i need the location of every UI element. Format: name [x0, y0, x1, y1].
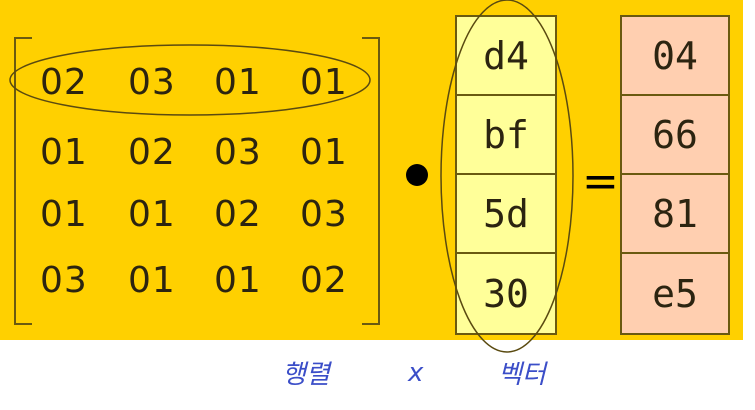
matrix-cell: 01 [128, 194, 176, 235]
result-cell: 04 [620, 15, 730, 96]
result-cell: 66 [620, 94, 730, 175]
matrix-left-bracket [14, 37, 32, 325]
matrix-right-bracket [362, 37, 380, 325]
result-cell: e5 [620, 252, 730, 335]
equals-sign: = [582, 156, 619, 207]
vector-cell: 30 [455, 252, 557, 335]
matrix-cell: 01 [40, 194, 88, 235]
vector-cell: 5d [455, 173, 557, 254]
matrix-cell: 01 [40, 132, 88, 173]
matrix-cell: 03 [300, 194, 348, 235]
matrix-cell: 03 [40, 260, 88, 301]
handwritten-vector-label: 벡터 [498, 360, 546, 390]
matrix-cell: 03 [128, 62, 176, 103]
matrix-cell: 02 [214, 194, 262, 235]
diagram-panel: 02 03 01 01 01 02 03 01 01 01 02 03 03 0… [0, 0, 743, 340]
matrix-cell: 03 [214, 132, 262, 173]
matrix-cell: 01 [300, 62, 348, 103]
handwritten-times-label: x [408, 358, 424, 388]
vector-cell: d4 [455, 15, 557, 96]
multiply-dot [406, 164, 428, 186]
matrix-cell: 01 [214, 260, 262, 301]
handwritten-matrix-label: 행렬 [282, 360, 330, 390]
matrix-cell: 02 [40, 62, 88, 103]
matrix-cell: 02 [300, 260, 348, 301]
matrix-cell: 02 [128, 132, 176, 173]
matrix-cell: 01 [128, 260, 176, 301]
result-cell: 81 [620, 173, 730, 254]
vector-cell: bf [455, 94, 557, 175]
matrix-cell: 01 [214, 62, 262, 103]
matrix-cell: 01 [300, 132, 348, 173]
